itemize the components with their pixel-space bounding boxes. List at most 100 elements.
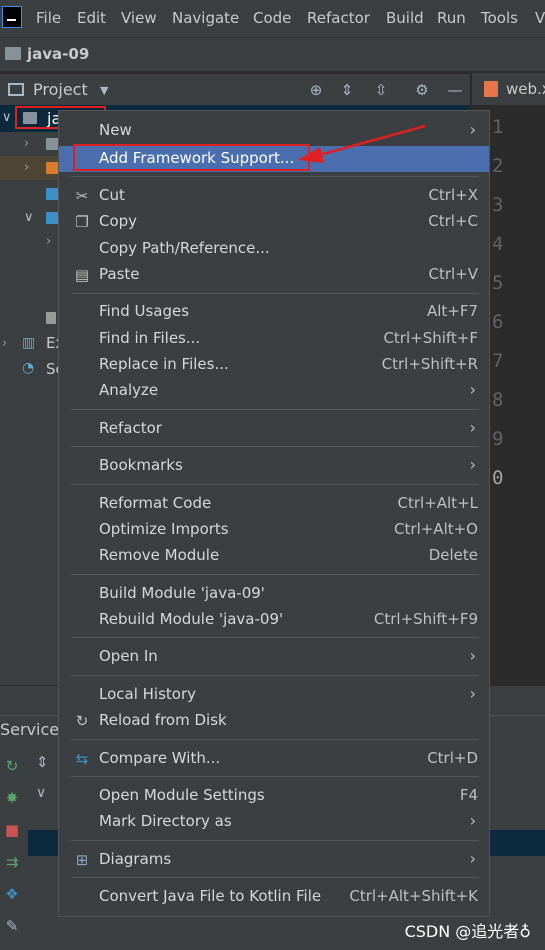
settings-gear-icon[interactable]: ⚙: [413, 81, 431, 99]
watermark-text: CSDN @追光者♁: [404, 922, 531, 941]
menu-item-analyze[interactable]: Analyze ›: [59, 378, 489, 404]
shortcut-label: Ctrl+Shift+F9: [373, 610, 478, 628]
menu-item-bookmarks[interactable]: Bookmarks ›: [59, 453, 489, 479]
menu-item-label: Optimize Imports: [99, 520, 229, 538]
menu-item-mark-directory-as[interactable]: Mark Directory as ›: [59, 809, 489, 835]
group-icon[interactable]: ❖: [4, 886, 20, 902]
menu-item-find-in-files[interactable]: Find in Files... Ctrl+Shift+F: [59, 326, 489, 352]
line-number: 8: [492, 389, 504, 411]
menu-item-label: Open In: [99, 647, 158, 665]
menu-item-copy[interactable]: ❐ Copy Ctrl+C: [59, 209, 489, 235]
shortcut-label: Delete: [428, 546, 478, 564]
menu-code[interactable]: Code: [253, 9, 291, 27]
menu-item-label: Local History: [99, 685, 197, 703]
intellij-logo-icon[interactable]: [2, 6, 22, 28]
line-number: 9: [492, 428, 504, 450]
menu-item-label: Cut: [99, 186, 125, 204]
expand-arrow-icon[interactable]: ›: [46, 234, 51, 249]
menu-item-label: Rebuild Module 'java-09': [99, 610, 284, 628]
menu-item-open-module-settings[interactable]: Open Module Settings F4: [59, 783, 489, 809]
menu-item-compare-with[interactable]: ⇆ Compare With... Ctrl+D: [59, 746, 489, 772]
menu-item-build-module[interactable]: Build Module 'java-09': [59, 581, 489, 607]
menu-item-reformat-code[interactable]: Reformat Code Ctrl+Alt+L: [59, 491, 489, 517]
copy-icon: ❐: [75, 213, 89, 231]
collapse-arrow-icon[interactable]: ∨: [24, 210, 34, 225]
project-view-selector[interactable]: Project: [33, 80, 88, 99]
expand-all-icon[interactable]: ⇕: [338, 81, 356, 99]
line-number: 1: [492, 116, 504, 138]
debug-icon[interactable]: ✸: [4, 790, 20, 806]
collapse-arrow-icon[interactable]: ∨: [2, 110, 12, 125]
menu-item-label: New: [99, 121, 132, 139]
menu-item-label: Build Module 'java-09': [99, 584, 265, 602]
menu-run[interactable]: Run: [437, 9, 466, 27]
menu-file[interactable]: File: [36, 9, 61, 27]
menu-item-label: Reload from Disk: [99, 711, 227, 729]
menu-item-label: Open Module Settings: [99, 786, 265, 804]
file-icon: [46, 312, 56, 324]
dropdown-arrow-icon[interactable]: ▼: [100, 84, 108, 97]
expand-arrow-icon[interactable]: ›: [24, 136, 29, 151]
line-number: 7: [492, 350, 504, 372]
menu-item-open-in[interactable]: Open In ›: [59, 644, 489, 670]
collapse-all-icon[interactable]: ⇳: [372, 81, 390, 99]
chevron-down-icon[interactable]: ∨: [36, 785, 46, 801]
menu-separator: [71, 484, 479, 485]
refresh-icon[interactable]: ↻: [4, 758, 20, 774]
submenu-arrow-icon: ›: [469, 646, 476, 665]
menu-item-find-usages[interactable]: Find Usages Alt+F7: [59, 299, 489, 325]
editor-tab-label: web.x: [506, 80, 545, 98]
deploy-icon[interactable]: ⇉: [4, 854, 20, 870]
menu-item-label: Analyze: [99, 381, 159, 399]
hide-panel-icon[interactable]: —: [446, 81, 464, 99]
menu-item-diagrams[interactable]: ⊞ Diagrams ›: [59, 847, 489, 873]
menu-item-cut[interactable]: ✂ Cut Ctrl+X: [59, 183, 489, 209]
menu-tools[interactable]: Tools: [481, 9, 518, 27]
menu-item-reload-from-disk[interactable]: ↻ Reload from Disk: [59, 708, 489, 734]
menu-item-copy-path[interactable]: Copy Path/Reference...: [59, 236, 489, 262]
submenu-arrow-icon: ›: [469, 418, 476, 437]
line-number: 5: [492, 272, 504, 294]
menu-item-label: Diagrams: [99, 850, 172, 868]
menu-item-remove-module[interactable]: Remove Module Delete: [59, 543, 489, 569]
menu-item-label: Reformat Code: [99, 494, 212, 512]
menu-separator: [71, 409, 479, 410]
shortcut-label: Ctrl+Alt+Shift+K: [349, 887, 478, 905]
menu-item-label: Copy Path/Reference...: [99, 239, 270, 257]
menu-separator: [71, 840, 479, 841]
menu-item-local-history[interactable]: Local History ›: [59, 682, 489, 708]
menu-refactor[interactable]: Refactor: [307, 9, 370, 27]
menu-item-rebuild-module[interactable]: Rebuild Module 'java-09' Ctrl+Shift+F9: [59, 607, 489, 633]
expand-all-icon[interactable]: ⇕: [36, 753, 49, 771]
menu-item-refactor[interactable]: Refactor ›: [59, 416, 489, 442]
menu-item-replace-in-files[interactable]: Replace in Files... Ctrl+Shift+R: [59, 352, 489, 378]
menu-view[interactable]: View: [121, 9, 157, 27]
menu-item-paste[interactable]: ▤ Paste Ctrl+V: [59, 262, 489, 288]
breadcrumb-project[interactable]: java-09: [27, 45, 89, 63]
menu-vcs[interactable]: V: [535, 9, 545, 27]
shortcut-label: Ctrl+C: [428, 212, 478, 230]
menu-navigate[interactable]: Navigate: [172, 9, 239, 27]
editor-tab-web-xml[interactable]: web.x: [472, 73, 545, 105]
expand-arrow-icon[interactable]: ›: [2, 336, 7, 351]
menu-build[interactable]: Build: [386, 9, 424, 27]
menu-item-label: Paste: [99, 265, 140, 283]
shortcut-label: Ctrl+Alt+O: [394, 520, 478, 538]
stop-icon[interactable]: ■: [4, 822, 20, 838]
navigation-bar: java-09: [0, 37, 545, 71]
shortcut-label: Ctrl+Shift+F: [383, 329, 478, 347]
menu-item-label: Find in Files...: [99, 329, 201, 347]
menu-separator: [71, 739, 479, 740]
shortcut-label: Alt+F7: [426, 302, 478, 320]
expand-arrow-icon[interactable]: ›: [24, 160, 29, 175]
menu-item-optimize-imports[interactable]: Optimize Imports Ctrl+Alt+O: [59, 517, 489, 543]
submenu-arrow-icon: ›: [469, 811, 476, 830]
menu-edit[interactable]: Edit: [77, 9, 106, 27]
xml-file-icon: [484, 81, 498, 97]
menu-separator: [71, 877, 479, 878]
wrench-icon[interactable]: ✎: [4, 918, 20, 934]
menu-separator: [71, 446, 479, 447]
menu-separator: [71, 293, 479, 294]
menu-item-convert-java-to-kotlin[interactable]: Convert Java File to Kotlin File Ctrl+Al…: [59, 884, 489, 910]
locate-file-icon[interactable]: ⊕: [307, 81, 325, 99]
